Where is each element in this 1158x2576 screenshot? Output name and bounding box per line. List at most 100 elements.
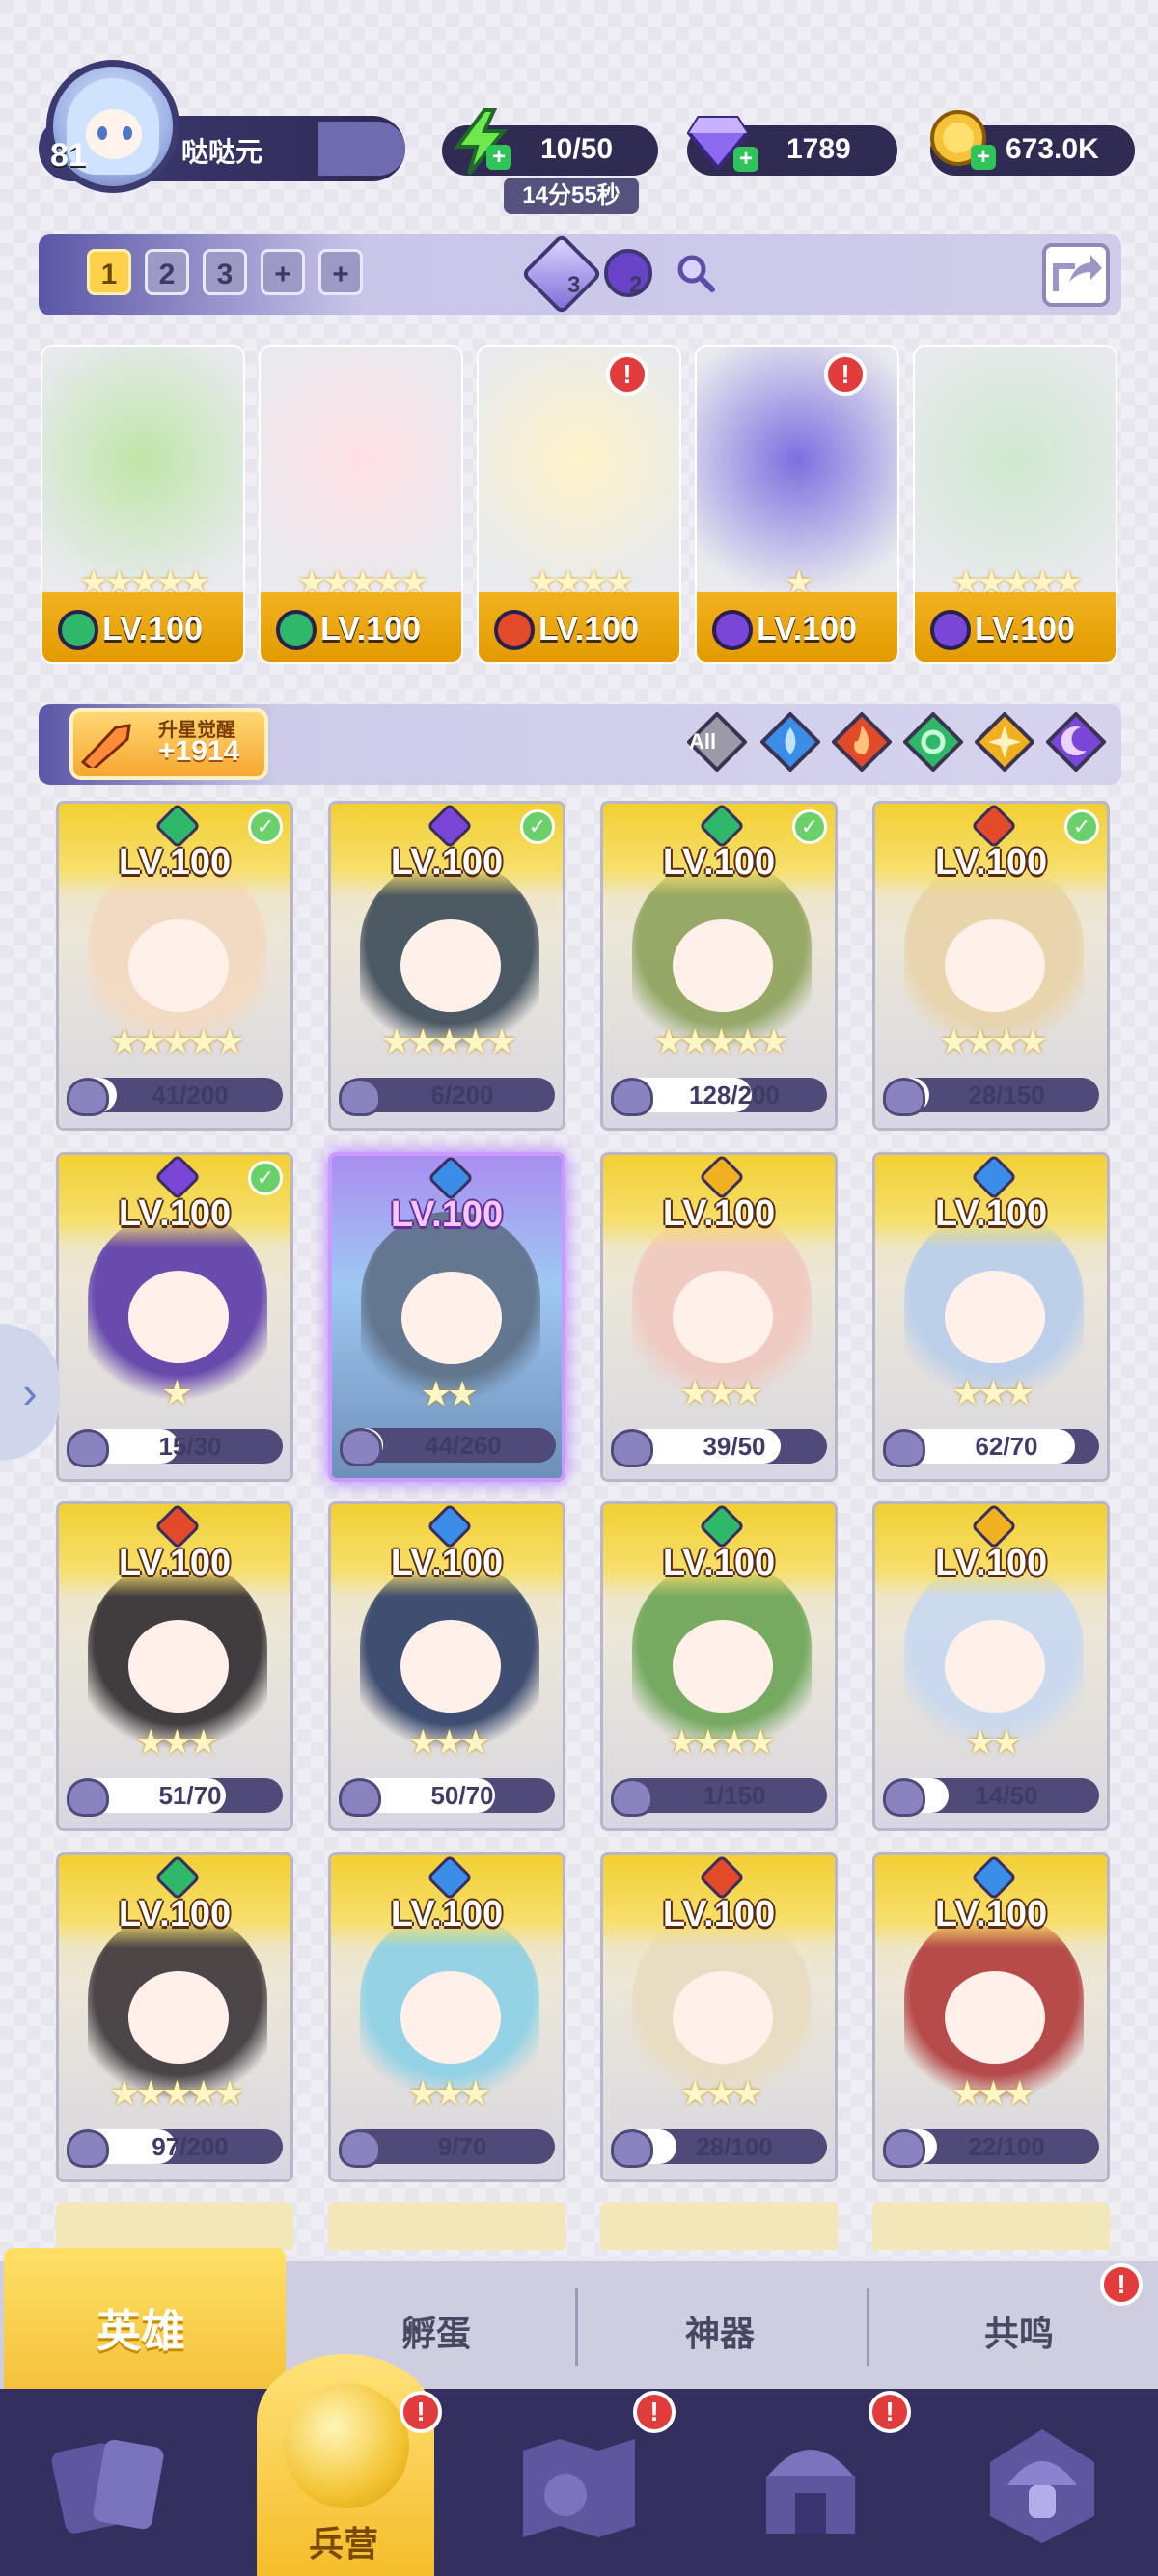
hero-level: LV.100 <box>662 1193 776 1234</box>
hero-card[interactable]: LV.100 ★★★ 51/70 <box>56 1501 293 1831</box>
hero-stars: ★★★ <box>951 1373 1035 1412</box>
team-member-alert-badge: ! <box>606 353 648 396</box>
hero-card[interactable]: LV.100 ★★ 44/260 <box>328 1152 565 1482</box>
hero-stars: ★★★★ <box>938 1022 1048 1061</box>
team-member-stars: ★★★★ <box>528 564 634 601</box>
filter-light-icon[interactable] <box>975 712 1034 772</box>
element-red-icon <box>494 610 535 650</box>
in-team-check-icon: ✓ <box>248 809 283 844</box>
hero-card[interactable]: ✓ LV.100 ★★★★★ 6/200 <box>328 801 565 1131</box>
team-member-card[interactable]: ★★★★★ LV.100 <box>913 345 1117 664</box>
search-icon[interactable] <box>676 253 716 293</box>
shard-icon <box>883 1778 925 1817</box>
hero-stars: ★★★★ <box>666 1722 776 1762</box>
hero-card[interactable]: LV.100 ★★★ 50/70 <box>328 1501 565 1831</box>
hero-card[interactable]: LV.100 ★★★ 9/70 <box>328 1852 565 2182</box>
shard-icon <box>883 1429 925 1467</box>
filter-dark-icon[interactable] <box>1046 712 1106 772</box>
hero-face <box>128 919 229 1012</box>
hero-face <box>945 1971 1045 2064</box>
coin-add-icon[interactable]: + <box>971 145 996 170</box>
tab-heroes-label: 英雄 <box>96 2306 185 2356</box>
hero-face <box>401 1272 502 1364</box>
nav-barracks-label: 兵营 <box>309 2524 379 2563</box>
mushroom-icon <box>990 2429 1094 2543</box>
shard-icon <box>611 1778 653 1817</box>
hero-card[interactable]: ✓ LV.100 ★ 15/30 <box>56 1152 293 1482</box>
gem-add-icon[interactable]: + <box>733 147 758 172</box>
filter-fire-icon[interactable] <box>832 712 892 772</box>
shard-icon <box>611 1078 653 1116</box>
nav-guild[interactable] <box>926 2389 1158 2576</box>
hero-level: LV.100 <box>934 1894 1048 1934</box>
hero-stars: ★★★ <box>951 2073 1035 2113</box>
hero-card[interactable]: LV.100 ★★ 14/50 <box>872 1501 1110 1831</box>
hero-stars: ★★★★★ <box>652 1022 789 1061</box>
hero-level: LV.100 <box>662 1543 776 1583</box>
temple-icon <box>766 2450 855 2534</box>
tab-artifacts[interactable]: 神器 <box>685 2306 755 2356</box>
shard-icon <box>339 2129 381 2168</box>
team-member-stars: ★ <box>784 564 813 601</box>
sword-icon <box>80 724 131 768</box>
map-icon <box>523 2439 635 2537</box>
hero-stars: ★★★ <box>407 1722 491 1762</box>
share-icon <box>1053 255 1102 291</box>
team-tab-add-1[interactable]: + <box>261 249 305 295</box>
hero-face <box>128 1620 229 1713</box>
shard-icon <box>339 1778 381 1817</box>
filter-wind-icon[interactable] <box>903 712 963 772</box>
hero-card-partial <box>872 2202 1110 2250</box>
team-tab-1[interactable]: 1 <box>87 249 131 295</box>
hero-face <box>945 1271 1045 1363</box>
hero-stars: ★★ <box>964 1722 1023 1762</box>
hero-face <box>400 1620 501 1713</box>
tab-resonance[interactable]: 共鸣 <box>984 2306 1054 2356</box>
shard-icon <box>67 1778 109 1817</box>
hero-card[interactable]: LV.100 ★★★ 28/100 <box>600 1852 838 2182</box>
adventure-alert-badge: ! <box>633 2391 676 2433</box>
hero-card[interactable]: LV.100 ★★★★★ 97/200 <box>56 1852 293 2182</box>
hero-level: LV.100 <box>390 1194 504 1235</box>
hero-stars: ★★★★★ <box>108 1022 245 1061</box>
team-tab-3[interactable]: 3 <box>203 249 247 295</box>
team-member-card[interactable]: ★★★★★ LV.100 <box>41 345 245 664</box>
team-member-stars: ★★★★★ <box>296 564 428 601</box>
energy-timer: 14分55秒 <box>504 178 639 214</box>
tab-divider <box>575 2288 578 2366</box>
hero-stars: ★★★ <box>679 2073 763 2113</box>
nav-cards[interactable] <box>0 2389 232 2576</box>
team-tab-add-2[interactable]: + <box>318 249 363 295</box>
hero-card[interactable]: LV.100 ★★★ 62/70 <box>872 1152 1110 1482</box>
shard-icon <box>611 1429 653 1467</box>
hero-card[interactable]: ✓ LV.100 ★★★★ 28/150 <box>872 801 1110 1131</box>
moon-counter-icon[interactable] <box>604 249 652 297</box>
team-member-card[interactable]: ★★★★ LV.100 <box>477 345 681 664</box>
hero-face <box>128 1271 229 1363</box>
chevron-right-icon: › <box>22 1367 38 1417</box>
team-member-level: LV.100 <box>538 611 639 647</box>
hero-face <box>400 1971 501 2064</box>
hero-card[interactable]: LV.100 ★★★ 39/50 <box>600 1152 838 1482</box>
resonance-alert-badge: ! <box>1100 2263 1143 2306</box>
hero-stars: ★★★★★ <box>380 1022 517 1061</box>
hero-card[interactable]: LV.100 ★★★★ 1/150 <box>600 1501 838 1831</box>
hero-card[interactable]: LV.100 ★★★ 22/100 <box>872 1852 1110 2182</box>
team-member-level: LV.100 <box>757 611 857 647</box>
share-button[interactable] <box>1042 243 1110 307</box>
team-member-card[interactable]: ★★★★★ LV.100 <box>259 345 463 664</box>
team-tab-2[interactable]: 2 <box>145 249 189 295</box>
team-member-level: LV.100 <box>975 611 1075 647</box>
tab-hatch[interactable]: 孵蛋 <box>401 2306 471 2356</box>
side-drawer-toggle[interactable]: › <box>0 1324 60 1461</box>
hero-card[interactable]: ✓ LV.100 ★★★★★ 128/200 <box>600 801 838 1131</box>
hero-level: LV.100 <box>662 1894 776 1934</box>
energy-add-icon[interactable]: + <box>486 145 511 170</box>
team-member-card[interactable]: ★ LV.100 <box>695 345 899 664</box>
gem-value: 1789 <box>786 133 851 165</box>
filter-water-icon[interactable] <box>760 712 820 772</box>
shard-icon <box>883 2129 925 2168</box>
hero-card[interactable]: ✓ LV.100 ★★★★★ 41/200 <box>56 801 293 1131</box>
hero-stars: ★ <box>161 1373 192 1412</box>
team-member-portrait <box>915 347 1116 598</box>
